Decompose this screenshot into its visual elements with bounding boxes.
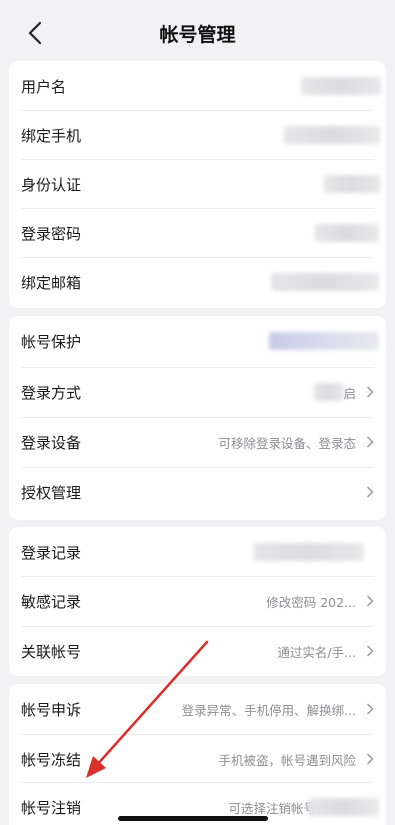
- row-bound-phone[interactable]: 绑定手机: [9, 110, 386, 160]
- row-label: 授权管理: [21, 483, 82, 502]
- row-label: 登录设备: [21, 433, 82, 452]
- row-label: 帐号冻结: [21, 750, 82, 769]
- row-bound-email[interactable]: 绑定邮箱: [9, 257, 386, 307]
- chevron-right-icon: [366, 486, 374, 498]
- row-username[interactable]: 用户名: [9, 61, 386, 111]
- masked-value: [301, 77, 381, 95]
- account-info-card: 用户名 绑定手机 身份认证 登录密码 绑定邮箱: [9, 61, 386, 308]
- row-label: 绑定手机: [21, 126, 82, 145]
- row-label: 身份认证: [21, 175, 82, 194]
- row-account-appeal[interactable]: 帐号申诉 登录异常、手机停用、解换绑...: [9, 684, 386, 734]
- chevron-right-icon: [366, 436, 374, 448]
- row-account-freeze[interactable]: 帐号冻结 手机被盗，帐号遇到风险: [9, 734, 386, 784]
- row-login-records[interactable]: 登录记录: [9, 527, 386, 577]
- row-value: 登录异常、手机停用、解换绑...: [181, 702, 356, 718]
- chevron-right-icon: [366, 645, 374, 657]
- home-indicator: [118, 816, 268, 821]
- chevron-right-icon: [366, 386, 374, 398]
- row-label: 关联帐号: [21, 642, 82, 661]
- row-login-devices[interactable]: 登录设备 可移除登录设备、登录态: [9, 417, 386, 467]
- row-value: 修改密码 202...: [266, 594, 356, 610]
- masked-value: [254, 543, 364, 561]
- row-value: 通过实名/手...: [277, 644, 356, 660]
- records-card: 登录记录 敏感记录 修改密码 202... 关联帐号 通过实名/手...: [9, 527, 386, 676]
- masked-value: [269, 332, 379, 350]
- row-label: 登录记录: [21, 543, 82, 562]
- account-actions-card: 帐号申诉 登录异常、手机停用、解换绑... 帐号冻结 手机被盗，帐号遇到风险 帐…: [9, 684, 386, 825]
- row-value: 可选择注销帐号: [228, 800, 316, 816]
- page-title: 帐号管理: [159, 24, 236, 46]
- row-label: 登录密码: [21, 224, 82, 243]
- row-sensitive-records[interactable]: 敏感记录 修改密码 202...: [9, 576, 386, 626]
- row-linked-accounts[interactable]: 关联帐号 通过实名/手...: [9, 626, 386, 676]
- masked-value: [315, 224, 379, 242]
- masked-value: [314, 383, 344, 401]
- row-value: 启: [343, 385, 356, 401]
- security-card: 帐号保护 登录方式 启 登录设备 可移除登录设备、登录态 授权管理: [9, 316, 386, 520]
- masked-value: [324, 175, 380, 193]
- masked-value: [309, 798, 379, 816]
- masked-value: [284, 126, 380, 144]
- masked-value: [271, 273, 379, 291]
- chevron-right-icon: [366, 595, 374, 607]
- row-label: 绑定邮箱: [21, 273, 82, 292]
- row-value: 手机被盗，帐号遇到风险: [218, 752, 356, 768]
- row-label: 帐号申诉: [21, 700, 82, 719]
- chevron-right-icon: [366, 753, 374, 765]
- row-authorization-management[interactable]: 授权管理: [9, 467, 386, 517]
- row-login-method[interactable]: 登录方式 启: [9, 367, 386, 417]
- header-bar: 帐号管理: [0, 0, 395, 60]
- row-account-protection[interactable]: 帐号保护: [9, 316, 386, 366]
- row-label: 帐号注销: [21, 798, 82, 817]
- row-label: 帐号保护: [21, 332, 82, 351]
- chevron-right-icon: [366, 703, 374, 715]
- row-label: 敏感记录: [21, 592, 82, 611]
- row-label: 登录方式: [21, 383, 82, 402]
- row-login-password[interactable]: 登录密码: [9, 208, 386, 258]
- row-value: 可移除登录设备、登录态: [218, 435, 356, 451]
- row-label: 用户名: [21, 77, 67, 96]
- row-identity-verification[interactable]: 身份认证: [9, 159, 386, 209]
